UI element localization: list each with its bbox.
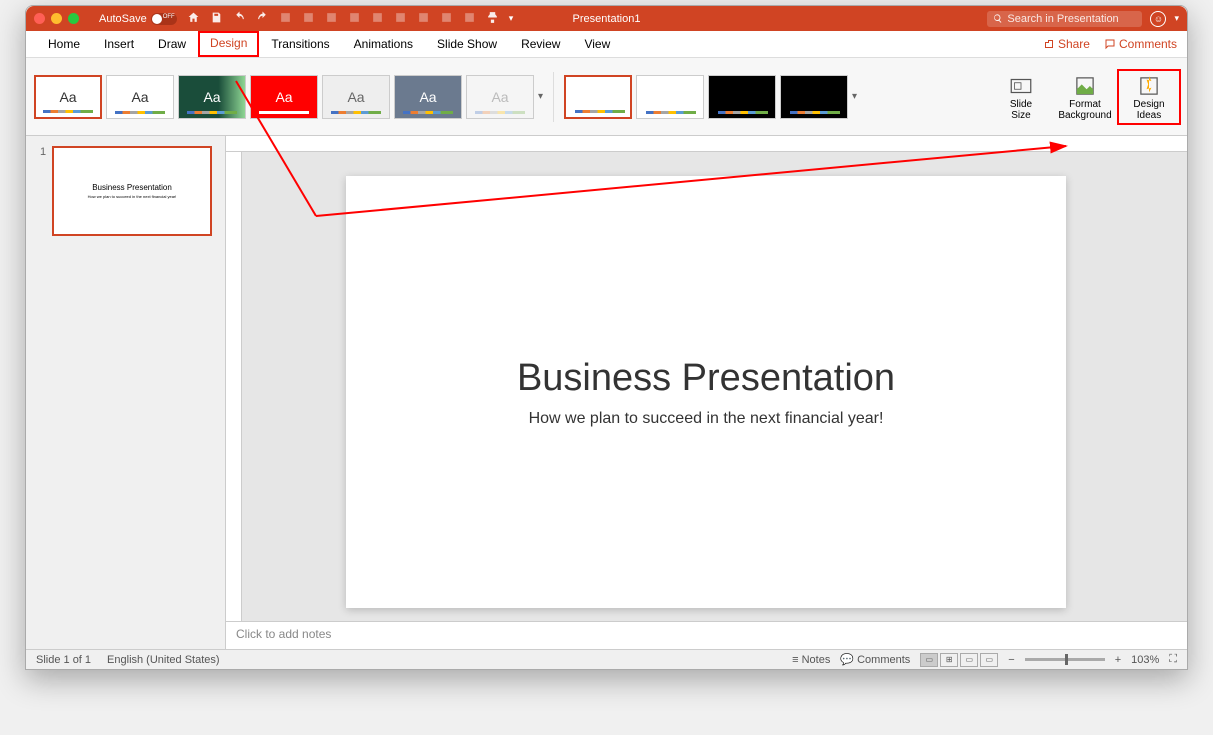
feedback-icon[interactable]: ☺ (1150, 11, 1166, 27)
sorter-view-button[interactable]: ⊞ (940, 653, 958, 667)
design-ideas-button[interactable]: Design Ideas (1119, 71, 1179, 123)
thumb-title: Business Presentation (92, 183, 172, 192)
quick-access-toolbar: ▾ (187, 11, 514, 27)
notes-toggle[interactable]: ≡ Notes (792, 654, 830, 666)
tab-animations[interactable]: Animations (342, 31, 425, 57)
format-background-button[interactable]: Format Background (1055, 71, 1115, 123)
slide-canvas-area: Business Presentation How we plan to suc… (226, 136, 1187, 649)
tab-home[interactable]: Home (36, 31, 92, 57)
theme-item[interactable]: Aa (178, 75, 246, 119)
slide-title-text[interactable]: Business Presentation (517, 357, 895, 400)
tab-view[interactable]: View (572, 31, 622, 57)
language-indicator[interactable]: English (United States) (107, 654, 220, 666)
format-background-icon (1072, 73, 1098, 99)
view-buttons: ▭ ⊞ ▭ ▭ (920, 653, 998, 667)
variant-item[interactable] (780, 75, 848, 119)
statusbar: Slide 1 of 1 English (United States) ≡ N… (26, 649, 1187, 669)
comments-toggle[interactable]: 💬 Comments (840, 653, 910, 666)
fit-to-window-button[interactable]: ⛶ (1169, 653, 1177, 666)
tab-review[interactable]: Review (509, 31, 572, 57)
share-icon (1043, 38, 1055, 50)
notes-pane[interactable]: Click to add notes (226, 621, 1187, 649)
thumbnail-number: 1 (40, 146, 46, 158)
app-window: AutoSave ▾ Presentation1 ☺ (25, 5, 1188, 670)
theme-item[interactable]: Aa (106, 75, 174, 119)
tab-slideshow[interactable]: Slide Show (425, 31, 509, 57)
slide-size-icon (1008, 73, 1034, 99)
slide-subtitle-text[interactable]: How we plan to succeed in the next finan… (529, 410, 884, 428)
theme-item[interactable]: Aa (466, 75, 534, 119)
vertical-ruler (226, 152, 242, 649)
qat-disabled-group (302, 11, 315, 27)
variants-more-icon[interactable]: ▾ (852, 91, 857, 102)
design-ideas-icon (1136, 73, 1162, 99)
slide-canvas[interactable]: Business Presentation How we plan to suc… (346, 176, 1066, 608)
maximize-window-button[interactable] (68, 13, 79, 24)
variant-item[interactable] (708, 75, 776, 119)
undo-icon[interactable] (233, 11, 246, 27)
zoom-level[interactable]: 103% (1131, 654, 1159, 666)
share-button[interactable]: Share (1043, 37, 1090, 51)
home-icon[interactable] (187, 11, 200, 27)
minimize-window-button[interactable] (51, 13, 62, 24)
theme-item[interactable]: Aa (322, 75, 390, 119)
close-window-button[interactable] (34, 13, 45, 24)
variant-item[interactable] (564, 75, 632, 119)
slide-thumbnail-pane: 1 Business Presentation How we plan to s… (26, 136, 226, 649)
workspace: 1 Business Presentation How we plan to s… (26, 136, 1187, 649)
horizontal-ruler (226, 136, 1187, 152)
tab-insert[interactable]: Insert (92, 31, 146, 57)
zoom-in-button[interactable]: + (1115, 654, 1121, 666)
tab-design[interactable]: Design (198, 31, 259, 57)
tab-transitions[interactable]: Transitions (259, 31, 341, 57)
separator (553, 72, 554, 122)
theme-item[interactable]: Aa (250, 75, 318, 119)
zoom-out-button[interactable]: − (1008, 654, 1014, 666)
autosave-toggle[interactable]: AutoSave (99, 13, 177, 25)
qat-disabled-group (371, 11, 384, 27)
ribbon-tabs: Home Insert Draw Design Transitions Anim… (26, 31, 1187, 58)
variant-item[interactable] (636, 75, 704, 119)
tab-draw[interactable]: Draw (146, 31, 198, 57)
notes-placeholder: Click to add notes (236, 627, 331, 641)
themes-gallery: Aa Aa Aa Aa Aa Aa Aa ▾ (34, 75, 543, 119)
qat-disabled-group (440, 11, 453, 27)
search-input[interactable] (1007, 13, 1136, 25)
themes-more-icon[interactable]: ▾ (538, 91, 543, 102)
account-dropdown-icon[interactable]: ▾ (1174, 13, 1179, 24)
autosave-label: AutoSave (99, 13, 147, 25)
slide-counter[interactable]: Slide 1 of 1 (36, 654, 91, 666)
comments-button[interactable]: Comments (1104, 37, 1177, 51)
ribbon-body: Aa Aa Aa Aa Aa Aa Aa ▾ ▾ Slide Size Form… (26, 58, 1187, 136)
save-icon[interactable] (210, 11, 223, 27)
toggle-switch-icon (151, 13, 177, 25)
document-title: Presentation1 (573, 13, 641, 25)
normal-view-button[interactable]: ▭ (920, 653, 938, 667)
slideshow-view-button[interactable]: ▭ (980, 653, 998, 667)
redo-icon[interactable] (256, 11, 269, 27)
variants-gallery: ▾ (564, 75, 857, 119)
search-box[interactable] (987, 11, 1142, 27)
theme-office[interactable]: Aa (34, 75, 102, 119)
qat-disabled-group (417, 11, 430, 27)
qat-disabled-group (279, 11, 292, 27)
reading-view-button[interactable]: ▭ (960, 653, 978, 667)
slide-thumbnail[interactable]: Business Presentation How we plan to suc… (52, 146, 212, 236)
zoom-slider[interactable] (1025, 658, 1105, 661)
qat-disabled-group (325, 11, 338, 27)
comment-icon (1104, 38, 1116, 50)
format-painter-icon[interactable] (486, 11, 499, 27)
qat-disabled-group (394, 11, 407, 27)
window-controls (34, 13, 79, 24)
titlebar: AutoSave ▾ Presentation1 ☺ (26, 6, 1187, 31)
qat-disabled-group (463, 11, 476, 27)
theme-item[interactable]: Aa (394, 75, 462, 119)
search-icon (993, 13, 1003, 24)
qat-disabled-group (348, 11, 361, 27)
slide-size-button[interactable]: Slide Size (991, 71, 1051, 123)
thumb-subtitle: How we plan to succeed in the next finan… (88, 194, 177, 199)
qat-dropdown-icon[interactable]: ▾ (509, 13, 514, 24)
